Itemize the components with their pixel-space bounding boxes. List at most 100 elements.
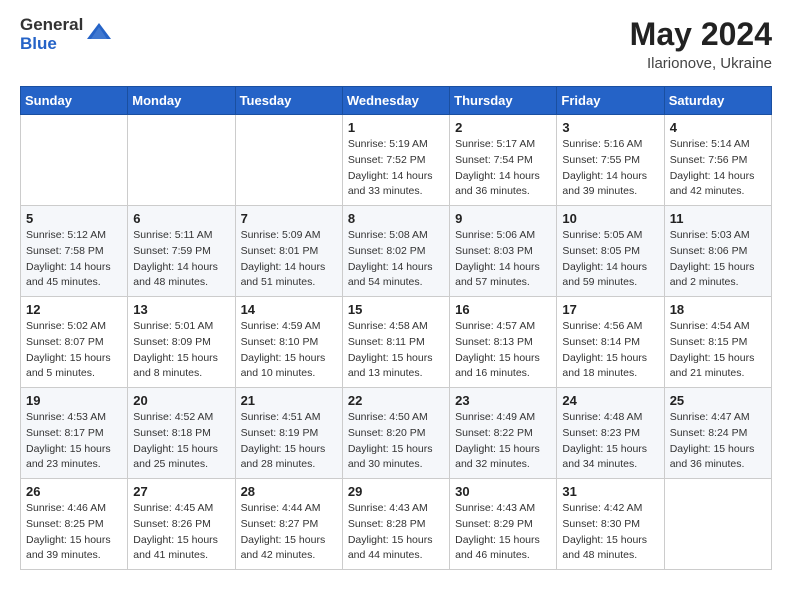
calendar-week-row: 12Sunrise: 5:02 AMSunset: 8:07 PMDayligh… xyxy=(21,297,772,388)
day-info: Sunrise: 4:53 AMSunset: 8:17 PMDaylight:… xyxy=(26,410,122,473)
calendar-week-row: 19 Sunrise: 4:53 AMSunset: 8:17 PMDayligh… xyxy=(21,388,772,479)
table-row: 18 Sunrise: 4:54 AMSunset: 8:15 PMDayligh… xyxy=(664,297,771,388)
day-number: 27 xyxy=(133,484,229,499)
location: Ilarionove, Ukraine xyxy=(630,55,772,72)
day-info: Sunrise: 5:12 AMSunset: 7:58 PMDaylight:… xyxy=(26,228,122,291)
day-info: Sunrise: 4:46 AMSunset: 8:25 PMDaylight:… xyxy=(26,501,122,564)
table-row: 26Sunrise: 4:46 AMSunset: 8:25 PMDayligh… xyxy=(21,479,128,570)
logo-icon xyxy=(85,19,113,52)
day-info: Sunrise: 4:59 AMSunset: 8:10 PMDaylight:… xyxy=(241,319,337,382)
calendar-week-row: 5 Sunrise: 5:12 AMSunset: 7:58 PMDaylight… xyxy=(21,206,772,297)
day-number: 23 xyxy=(455,393,551,408)
day-number: 25 xyxy=(670,393,766,408)
day-number: 16 xyxy=(455,302,551,317)
table-row: 16 Sunrise: 4:57 AMSunset: 8:13 PMDayligh… xyxy=(450,297,557,388)
day-info: Sunrise: 5:09 AMSunset: 8:01 PMDaylight:… xyxy=(241,228,337,291)
day-number: 28 xyxy=(241,484,337,499)
table-row: 19 Sunrise: 4:53 AMSunset: 8:17 PMDayligh… xyxy=(21,388,128,479)
logo: General Blue xyxy=(20,16,113,53)
calendar-body: 1 Sunrise: 5:19 AMSunset: 7:52 PMDaylight… xyxy=(21,115,772,570)
table-row: 10 Sunrise: 5:05 AMSunset: 8:05 PMDayligh… xyxy=(557,206,664,297)
col-saturday: Saturday xyxy=(664,87,771,115)
col-tuesday: Tuesday xyxy=(235,87,342,115)
day-number: 7 xyxy=(241,211,337,226)
day-info: Sunrise: 5:11 AMSunset: 7:59 PMDaylight:… xyxy=(133,228,229,291)
day-info: Sunrise: 4:43 AMSunset: 8:28 PMDaylight:… xyxy=(348,501,444,564)
calendar-table: Sunday Monday Tuesday Wednesday Thursday… xyxy=(20,86,772,570)
day-info: Sunrise: 5:05 AMSunset: 8:05 PMDaylight:… xyxy=(562,228,658,291)
table-row: 3 Sunrise: 5:16 AMSunset: 7:55 PMDaylight… xyxy=(557,115,664,206)
logo-text: General Blue xyxy=(20,16,83,53)
table-row: 4 Sunrise: 5:14 AMSunset: 7:56 PMDaylight… xyxy=(664,115,771,206)
day-number: 18 xyxy=(670,302,766,317)
day-info: Sunrise: 5:17 AMSunset: 7:54 PMDaylight:… xyxy=(455,137,551,200)
day-info: Sunrise: 5:03 AMSunset: 8:06 PMDaylight:… xyxy=(670,228,766,291)
day-info: Sunrise: 4:45 AMSunset: 8:26 PMDaylight:… xyxy=(133,501,229,564)
table-row: 5 Sunrise: 5:12 AMSunset: 7:58 PMDaylight… xyxy=(21,206,128,297)
table-row: 20Sunrise: 4:52 AMSunset: 8:18 PMDayligh… xyxy=(128,388,235,479)
day-number: 21 xyxy=(241,393,337,408)
table-row: 7 Sunrise: 5:09 AMSunset: 8:01 PMDaylight… xyxy=(235,206,342,297)
day-number: 22 xyxy=(348,393,444,408)
day-number: 2 xyxy=(455,120,551,135)
table-row: 2 Sunrise: 5:17 AMSunset: 7:54 PMDaylight… xyxy=(450,115,557,206)
day-number: 3 xyxy=(562,120,658,135)
day-number: 13 xyxy=(133,302,229,317)
table-row: 30Sunrise: 4:43 AMSunset: 8:29 PMDayligh… xyxy=(450,479,557,570)
table-row: 11 Sunrise: 5:03 AMSunset: 8:06 PMDayligh… xyxy=(664,206,771,297)
header: General Blue May 2024 Ilarionove, Ukrain… xyxy=(20,16,772,72)
day-number: 4 xyxy=(670,120,766,135)
day-info: Sunrise: 5:19 AMSunset: 7:52 PMDaylight:… xyxy=(348,137,444,200)
day-number: 14 xyxy=(241,302,337,317)
day-info: Sunrise: 5:06 AMSunset: 8:03 PMDaylight:… xyxy=(455,228,551,291)
logo-blue: Blue xyxy=(20,35,83,54)
table-row: 28 Sunrise: 4:44 AMSunset: 8:27 PMDayligh… xyxy=(235,479,342,570)
table-row xyxy=(235,115,342,206)
table-row: 24Sunrise: 4:48 AMSunset: 8:23 PMDayligh… xyxy=(557,388,664,479)
day-info: Sunrise: 5:16 AMSunset: 7:55 PMDaylight:… xyxy=(562,137,658,200)
day-number: 11 xyxy=(670,211,766,226)
day-info: Sunrise: 4:50 AMSunset: 8:20 PMDaylight:… xyxy=(348,410,444,473)
table-row: 13Sunrise: 5:01 AMSunset: 8:09 PMDayligh… xyxy=(128,297,235,388)
col-thursday: Thursday xyxy=(450,87,557,115)
calendar-week-row: 26Sunrise: 4:46 AMSunset: 8:25 PMDayligh… xyxy=(21,479,772,570)
day-number: 8 xyxy=(348,211,444,226)
day-number: 6 xyxy=(133,211,229,226)
calendar-header: Sunday Monday Tuesday Wednesday Thursday… xyxy=(21,87,772,115)
table-row: 17Sunrise: 4:56 AMSunset: 8:14 PMDayligh… xyxy=(557,297,664,388)
day-info: Sunrise: 5:08 AMSunset: 8:02 PMDaylight:… xyxy=(348,228,444,291)
day-info: Sunrise: 4:58 AMSunset: 8:11 PMDaylight:… xyxy=(348,319,444,382)
day-number: 19 xyxy=(26,393,122,408)
table-row: 21 Sunrise: 4:51 AMSunset: 8:19 PMDayligh… xyxy=(235,388,342,479)
day-number: 17 xyxy=(562,302,658,317)
table-row: 23Sunrise: 4:49 AMSunset: 8:22 PMDayligh… xyxy=(450,388,557,479)
day-number: 10 xyxy=(562,211,658,226)
day-info: Sunrise: 4:48 AMSunset: 8:23 PMDaylight:… xyxy=(562,410,658,473)
day-info: Sunrise: 5:14 AMSunset: 7:56 PMDaylight:… xyxy=(670,137,766,200)
table-row: 31Sunrise: 4:42 AMSunset: 8:30 PMDayligh… xyxy=(557,479,664,570)
table-row xyxy=(664,479,771,570)
day-number: 15 xyxy=(348,302,444,317)
day-info: Sunrise: 4:44 AMSunset: 8:27 PMDaylight:… xyxy=(241,501,337,564)
table-row: 22 Sunrise: 4:50 AMSunset: 8:20 PMDayligh… xyxy=(342,388,449,479)
table-row xyxy=(128,115,235,206)
col-friday: Friday xyxy=(557,87,664,115)
table-row: 1 Sunrise: 5:19 AMSunset: 7:52 PMDaylight… xyxy=(342,115,449,206)
day-number: 12 xyxy=(26,302,122,317)
day-info: Sunrise: 4:54 AMSunset: 8:15 PMDaylight:… xyxy=(670,319,766,382)
day-number: 1 xyxy=(348,120,444,135)
table-row: 12Sunrise: 5:02 AMSunset: 8:07 PMDayligh… xyxy=(21,297,128,388)
table-row: 14 Sunrise: 4:59 AMSunset: 8:10 PMDayligh… xyxy=(235,297,342,388)
day-number: 9 xyxy=(455,211,551,226)
title-block: May 2024 Ilarionove, Ukraine xyxy=(630,16,772,72)
table-row xyxy=(21,115,128,206)
day-info: Sunrise: 4:43 AMSunset: 8:29 PMDaylight:… xyxy=(455,501,551,564)
day-info: Sunrise: 4:57 AMSunset: 8:13 PMDaylight:… xyxy=(455,319,551,382)
table-row: 27 Sunrise: 4:45 AMSunset: 8:26 PMDayligh… xyxy=(128,479,235,570)
day-info: Sunrise: 4:47 AMSunset: 8:24 PMDaylight:… xyxy=(670,410,766,473)
day-number: 20 xyxy=(133,393,229,408)
col-monday: Monday xyxy=(128,87,235,115)
days-of-week-row: Sunday Monday Tuesday Wednesday Thursday… xyxy=(21,87,772,115)
day-number: 5 xyxy=(26,211,122,226)
day-info: Sunrise: 4:51 AMSunset: 8:19 PMDaylight:… xyxy=(241,410,337,473)
